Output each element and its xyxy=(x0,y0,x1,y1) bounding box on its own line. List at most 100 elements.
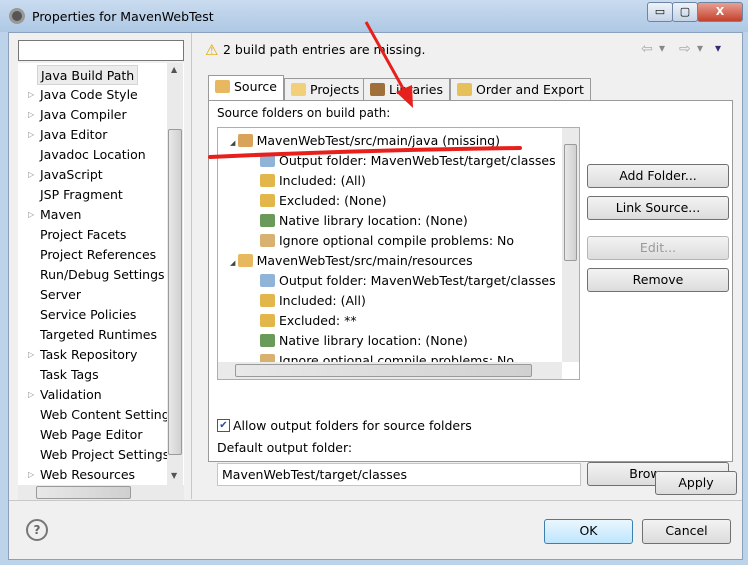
sidebar-item-label: Web Content Settings xyxy=(40,407,177,422)
sidebar-item-label: Task Tags xyxy=(40,367,99,382)
sidebar-item[interactable]: ▷ Java Code Style xyxy=(28,85,138,105)
source-horizontal-scrollbar[interactable] xyxy=(218,362,562,379)
sidebar-horizontal-scrollbar[interactable] xyxy=(18,485,184,500)
source-tree-row[interactable]: Included: (All) xyxy=(260,291,366,311)
source-tree-row[interactable]: Excluded: (None) xyxy=(260,191,386,211)
source-tree-row[interactable]: ◢ MavenWebTest/src/main/java (missing) xyxy=(230,131,500,151)
inclusion-filter-icon xyxy=(260,174,275,187)
expand-icon[interactable]: ▷ xyxy=(28,345,34,365)
source-icon xyxy=(215,80,230,93)
forward-icon[interactable]: ⇨ xyxy=(679,41,691,57)
maximize-button[interactable]: ▢ xyxy=(672,2,698,22)
expand-icon[interactable]: ▷ xyxy=(28,205,34,225)
package-folder-icon xyxy=(237,254,253,267)
apply-button[interactable]: Apply xyxy=(655,471,737,495)
source-tree-row[interactable]: Output folder: MavenWebTest/target/class… xyxy=(260,151,556,171)
sidebar-vertical-scrollbar[interactable]: ▲ ▼ xyxy=(167,63,183,485)
source-tree-row[interactable]: Included: (All) xyxy=(260,171,366,191)
expand-icon[interactable]: ▷ xyxy=(28,385,34,405)
sidebar-item[interactable]: Service Policies xyxy=(40,305,136,325)
sidebar-item[interactable]: ▷ Web Resources xyxy=(28,465,136,485)
back-menu-icon[interactable]: ▾ xyxy=(659,41,665,55)
sidebar-item[interactable]: ▷ Java Compiler xyxy=(28,105,127,125)
link-source-button[interactable]: Link Source... xyxy=(587,196,729,220)
source-row-label: Ignore optional compile problems: No xyxy=(279,233,515,248)
view-menu-icon[interactable]: ▾ xyxy=(715,41,721,55)
cancel-button[interactable]: Cancel xyxy=(642,519,731,544)
sidebar: Java Build Path ▷ Java Code Style ▷ Java Com… xyxy=(9,33,192,500)
sidebar-item[interactable]: Server xyxy=(40,285,81,305)
sidebar-item[interactable]: Run/Debug Settings xyxy=(40,265,165,285)
filter-input[interactable] xyxy=(18,40,184,61)
source-row-label: Output folder: MavenWebTest/target/class… xyxy=(279,153,556,168)
expand-icon[interactable]: ▷ xyxy=(28,125,34,145)
source-tree-row[interactable]: Excluded: ** xyxy=(260,311,357,331)
sidebar-item-label: JavaScript xyxy=(40,167,103,182)
tab-projects[interactable]: Projects xyxy=(284,78,367,100)
source-tree-row[interactable]: Output folder: MavenWebTest/target/class… xyxy=(260,271,556,291)
sidebar-item-label: Java Build Path xyxy=(41,68,135,83)
minimize-button[interactable]: ▭ xyxy=(647,2,673,22)
native-library-icon xyxy=(260,334,275,347)
dialog-client: Java Build Path ▷ Java Code Style ▷ Java Com… xyxy=(8,32,743,560)
default-output-input[interactable] xyxy=(217,463,581,486)
remove-button[interactable]: Remove xyxy=(587,268,729,292)
source-row-label: Included: (All) xyxy=(279,293,366,308)
forward-menu-icon[interactable]: ▾ xyxy=(697,41,703,55)
sidebar-item[interactable]: ▷ Validation xyxy=(28,385,102,405)
sidebar-item-label: Service Policies xyxy=(40,307,137,322)
collapse-icon[interactable]: ◢ xyxy=(230,139,238,147)
exclusion-filter-icon xyxy=(260,194,275,207)
sidebar-item[interactable]: ▷ Java Editor xyxy=(28,125,107,145)
source-tree-row[interactable]: Ignore optional compile problems: No xyxy=(260,231,514,251)
sidebar-item[interactable]: Project References xyxy=(40,245,156,265)
sidebar-item-label: Web Page Editor xyxy=(40,427,143,442)
sidebar-item-label: Project Facets xyxy=(40,227,127,242)
expand-icon[interactable]: ▷ xyxy=(28,465,34,485)
default-output-label: Default output folder: xyxy=(217,440,353,455)
source-row-label: Native library location: (None) xyxy=(279,213,468,228)
source-tree-row[interactable]: Native library location: (None) xyxy=(260,331,468,351)
source-tree-row[interactable]: ◢ MavenWebTest/src/main/resources xyxy=(230,251,473,271)
sidebar-item[interactable]: Java Build Path xyxy=(37,65,139,85)
sidebar-item[interactable]: Web Content Settings xyxy=(40,405,176,425)
tab-source[interactable]: Source xyxy=(208,75,284,101)
edit-button[interactable]: Edit... xyxy=(587,236,729,260)
source-folders-label: Source folders on build path: xyxy=(217,106,391,120)
expand-icon[interactable]: ▷ xyxy=(28,85,34,105)
ignore-problems-icon xyxy=(260,234,275,247)
expand-icon[interactable]: ▷ xyxy=(28,105,34,125)
sidebar-item[interactable]: Task Tags xyxy=(40,365,99,385)
source-row-label: Native library location: (None) xyxy=(279,333,468,348)
add-folder-button[interactable]: Add Folder... xyxy=(587,164,729,188)
status-message: 2 build path entries are missing. xyxy=(223,42,426,57)
sidebar-item-label: Validation xyxy=(40,387,102,402)
sidebar-item-label: Task Repository xyxy=(40,347,138,362)
collapse-icon[interactable]: ◢ xyxy=(230,259,238,267)
sidebar-tree: Java Build Path ▷ Java Code Style ▷ Java Com… xyxy=(18,63,184,485)
sidebar-item[interactable]: JSP Fragment xyxy=(40,185,123,205)
sidebar-item[interactable]: ▷ JavaScript xyxy=(28,165,103,185)
sidebar-item[interactable]: Web Project Settings xyxy=(40,445,169,465)
tab-order-and-export[interactable]: Order and Export xyxy=(450,78,591,100)
help-icon[interactable]: ? xyxy=(26,519,48,541)
sidebar-item-label: Targeted Runtimes xyxy=(40,327,157,342)
close-button[interactable]: X xyxy=(697,2,743,22)
expand-icon[interactable]: ▷ xyxy=(28,165,34,185)
source-folders-tree[interactable]: ◢ MavenWebTest/src/main/java (missing) Ou… xyxy=(217,127,580,380)
allow-output-checkbox[interactable]: ✔ xyxy=(217,419,230,432)
order-export-icon xyxy=(457,83,472,96)
source-tree-row[interactable]: Native library location: (None) xyxy=(260,211,468,231)
sidebar-item[interactable]: Javadoc Location xyxy=(40,145,146,165)
sidebar-item[interactable]: Project Facets xyxy=(40,225,126,245)
sidebar-item-label: Web Resources xyxy=(40,467,136,482)
tab-libraries[interactable]: Libraries xyxy=(363,78,450,100)
source-vertical-scrollbar[interactable] xyxy=(562,128,579,362)
sidebar-item[interactable]: ▷ Task Repository xyxy=(28,345,138,365)
sidebar-item[interactable]: Web Page Editor xyxy=(40,425,142,445)
eclipse-gear-icon xyxy=(9,8,25,24)
back-icon[interactable]: ⇦ xyxy=(641,41,653,57)
sidebar-item[interactable]: Targeted Runtimes xyxy=(40,325,157,345)
sidebar-item[interactable]: ▷ Maven xyxy=(28,205,81,225)
ok-button[interactable]: OK xyxy=(544,519,633,544)
